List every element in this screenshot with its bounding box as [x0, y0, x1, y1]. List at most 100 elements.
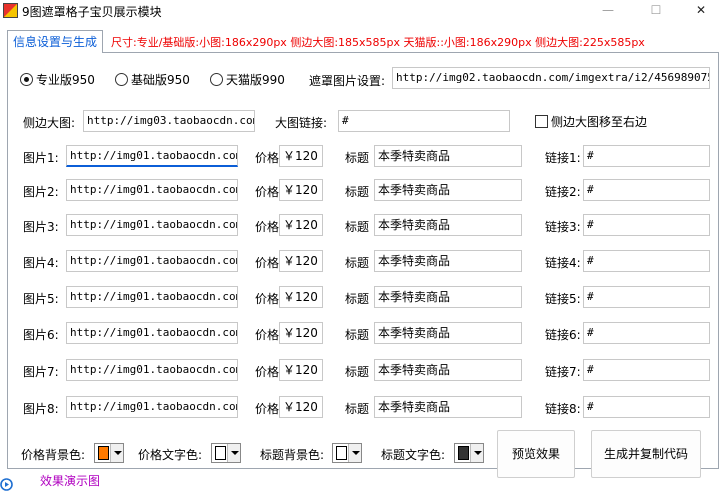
- price-bg-swatch: [98, 446, 109, 460]
- price-input[interactable]: ￥120: [279, 322, 323, 344]
- link-label: 链接8:: [545, 402, 581, 416]
- price-label: 价格: [255, 256, 280, 270]
- price-input[interactable]: ￥120: [279, 286, 323, 308]
- chevron-down-icon[interactable]: [470, 444, 483, 462]
- minimize-button[interactable]: —: [585, 0, 631, 22]
- radio-label: 基础版950: [131, 72, 190, 87]
- price-label: 价格: [255, 185, 280, 199]
- link-input[interactable]: #: [583, 359, 710, 381]
- title-bg-swatch: [336, 446, 347, 460]
- price-input[interactable]: ￥120: [279, 250, 323, 272]
- link-input[interactable]: #: [583, 145, 710, 167]
- side-image-input[interactable]: http://img03.taobaocdn.com/i: [83, 110, 255, 132]
- link-input[interactable]: #: [583, 250, 710, 272]
- link-label: 链接3:: [545, 220, 581, 234]
- image-label: 图片2:: [23, 185, 59, 199]
- image-label: 图片5:: [23, 292, 59, 306]
- title-input[interactable]: 本季特卖商品: [374, 145, 522, 167]
- radio-pro[interactable]: 专业版950: [20, 71, 95, 87]
- chevron-down-icon[interactable]: [227, 444, 240, 462]
- image-url-input[interactable]: http://img01.taobaocdn.com/i: [66, 250, 238, 272]
- link-input[interactable]: #: [583, 322, 710, 344]
- link-label: 链接6:: [545, 328, 581, 342]
- price-input[interactable]: ￥120: [279, 396, 323, 418]
- title-bg-picker[interactable]: [332, 443, 362, 463]
- radio-dot[interactable]: [115, 72, 128, 86]
- price-label: 价格: [255, 402, 280, 416]
- price-text-label: 价格文字色:: [138, 448, 203, 462]
- image-label: 图片8:: [23, 402, 59, 416]
- side-link-input[interactable]: #: [338, 110, 510, 132]
- radio-basic[interactable]: 基础版950: [115, 71, 190, 87]
- image-url-input[interactable]: http://img01.taobaocdn.com/i: [66, 214, 238, 236]
- image-url-input[interactable]: http://img01.taobaocdn.com/i: [66, 359, 238, 381]
- price-label: 价格: [255, 220, 280, 234]
- link-input[interactable]: #: [583, 179, 710, 201]
- price-input[interactable]: ￥120: [279, 179, 323, 201]
- title-input[interactable]: 本季特卖商品: [374, 359, 522, 381]
- maximize-button[interactable]: ☐: [633, 0, 679, 22]
- title-input[interactable]: 本季特卖商品: [374, 179, 522, 201]
- title-input[interactable]: 本季特卖商品: [374, 214, 522, 236]
- title-input[interactable]: 本季特卖商品: [374, 286, 522, 308]
- image-label: 图片4:: [23, 256, 59, 270]
- title-bar: 9图遮罩格子宝贝展示模块 — ☐ ✕: [0, 0, 724, 22]
- title-input[interactable]: 本季特卖商品: [374, 396, 522, 418]
- image-label: 图片6:: [23, 328, 59, 342]
- radio-dot[interactable]: [20, 72, 33, 86]
- side-link-label: 大图链接:: [275, 116, 328, 130]
- price-bg-picker[interactable]: [94, 443, 124, 463]
- price-label: 价格: [255, 328, 280, 342]
- price-label: 价格: [255, 365, 280, 379]
- title-label: 标题: [345, 328, 370, 342]
- tab-settings[interactable]: 信息设置与生成: [7, 30, 103, 53]
- chevron-down-icon[interactable]: [348, 444, 361, 462]
- generate-copy-button[interactable]: 生成并复制代码: [591, 430, 701, 478]
- image-url-input[interactable]: http://img01.taobaocdn.com/i: [66, 145, 238, 167]
- image-url-input[interactable]: http://img01.taobaocdn.com/i: [66, 322, 238, 344]
- size-note: 尺寸:专业/基础版:小图:186x290px 侧边大图:185x585px 天猫…: [111, 36, 645, 49]
- price-label: 价格: [255, 292, 280, 306]
- title-text-label: 标题文字色:: [381, 448, 446, 462]
- link-label: 链接5:: [545, 292, 581, 306]
- tab-preview-demo[interactable]: 效果演示图: [40, 472, 100, 489]
- radio-dot[interactable]: [210, 72, 223, 86]
- title-label: 标题: [345, 220, 370, 234]
- circle-arrow-icon: [0, 478, 13, 491]
- title-label: 标题: [345, 151, 370, 165]
- price-label: 价格: [255, 151, 280, 165]
- price-input[interactable]: ￥120: [279, 359, 323, 381]
- image-url-input[interactable]: http://img01.taobaocdn.com/i: [66, 396, 238, 418]
- chevron-down-icon[interactable]: [110, 444, 123, 462]
- price-input[interactable]: ￥120: [279, 214, 323, 236]
- title-input[interactable]: 本季特卖商品: [374, 322, 522, 344]
- title-label: 标题: [345, 365, 370, 379]
- link-input[interactable]: #: [583, 396, 710, 418]
- title-text-picker[interactable]: [454, 443, 484, 463]
- image-url-input[interactable]: http://img01.taobaocdn.com/i: [66, 179, 238, 201]
- close-button[interactable]: ✕: [678, 0, 724, 22]
- link-label: 链接7:: [545, 365, 581, 379]
- price-input[interactable]: ￥120: [279, 145, 323, 167]
- side-image-label: 侧边大图:: [23, 116, 76, 130]
- app-icon: [3, 3, 18, 18]
- image-label: 图片7:: [23, 365, 59, 379]
- title-bg-label: 标题背景色:: [260, 448, 325, 462]
- title-input[interactable]: 本季特卖商品: [374, 250, 522, 272]
- price-text-picker[interactable]: [211, 443, 241, 463]
- radio-label: 专业版950: [36, 72, 95, 87]
- window-title: 9图遮罩格子宝贝展示模块: [22, 5, 162, 19]
- radio-tmall[interactable]: 天猫版990: [210, 71, 285, 87]
- title-label: 标题: [345, 185, 370, 199]
- checkbox-box[interactable]: [535, 115, 548, 128]
- link-input[interactable]: #: [583, 214, 710, 236]
- price-bg-label: 价格背景色:: [21, 448, 86, 462]
- title-label: 标题: [345, 256, 370, 270]
- link-input[interactable]: #: [583, 286, 710, 308]
- mask-url-input[interactable]: http://img02.taobaocdn.com/imgextra/i2/4…: [392, 67, 710, 89]
- preview-button[interactable]: 预览效果: [497, 430, 575, 478]
- move-right-checkbox[interactable]: 侧边大图移至右边: [535, 113, 647, 130]
- image-url-input[interactable]: http://img01.taobaocdn.com/i: [66, 286, 238, 308]
- price-text-swatch: [215, 446, 226, 460]
- title-label: 标题: [345, 402, 370, 416]
